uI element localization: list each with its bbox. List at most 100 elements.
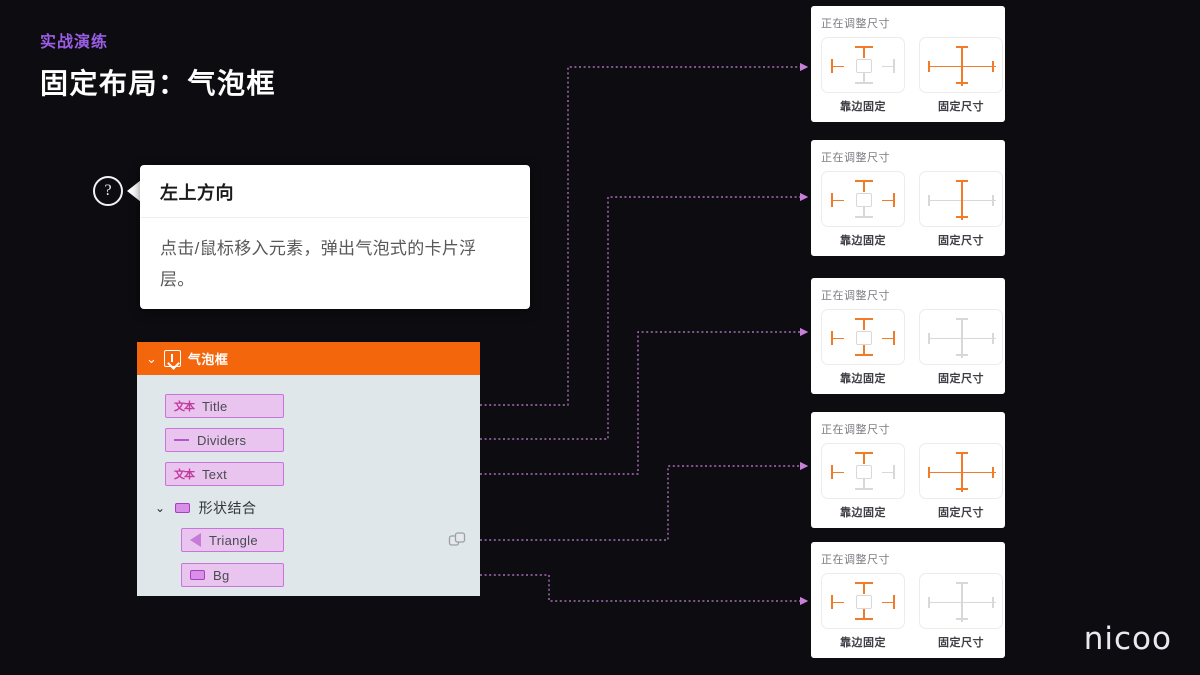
shape-combine-icon bbox=[174, 503, 190, 513]
size-horizontal-cap-left bbox=[928, 195, 930, 206]
layer-row-label: Title bbox=[202, 398, 228, 414]
card-title: 正在调整尺寸 bbox=[821, 290, 890, 302]
pin-top-cap bbox=[855, 452, 873, 454]
chevron-down-icon[interactable]: ⌄ bbox=[146, 352, 157, 365]
pin-tile-label: 靠边固定 bbox=[840, 101, 886, 113]
pin-tile[interactable]: 靠边固定 bbox=[821, 443, 905, 520]
pin-right-cap bbox=[893, 59, 895, 73]
layer-row-triangle[interactable]: Triangle bbox=[181, 528, 284, 552]
pin-left-cap bbox=[831, 465, 833, 479]
pin-tile[interactable]: 靠边固定 bbox=[821, 573, 905, 650]
pin-right-cap bbox=[893, 595, 895, 609]
size-tile[interactable]: 固定尺寸 bbox=[919, 171, 1003, 248]
boolean-union-icon[interactable] bbox=[447, 530, 467, 550]
pin-left-icon[interactable] bbox=[831, 601, 844, 604]
pin-bottom-cap bbox=[855, 82, 873, 84]
size-vertical-icon[interactable] bbox=[961, 318, 963, 358]
pin-tile-label: 靠边固定 bbox=[840, 235, 886, 247]
watermark: nicoo bbox=[1083, 621, 1172, 657]
size-tile[interactable]: 固定尺寸 bbox=[919, 573, 1003, 650]
pin-diagram[interactable] bbox=[821, 37, 905, 93]
divider-icon bbox=[174, 439, 189, 441]
size-tile-label: 固定尺寸 bbox=[938, 373, 984, 385]
size-diagram[interactable] bbox=[919, 37, 1003, 93]
pin-left-cap bbox=[831, 193, 833, 207]
pin-left-icon[interactable] bbox=[831, 471, 844, 474]
layer-row-label: Triangle bbox=[209, 532, 258, 548]
size-vertical-cap-top bbox=[956, 318, 968, 320]
size-vertical-cap-bottom bbox=[956, 488, 968, 490]
size-vertical-cap-bottom bbox=[956, 216, 968, 218]
pin-top-icon[interactable] bbox=[863, 318, 865, 330]
size-horizontal-cap-right bbox=[992, 467, 994, 478]
pin-center-box bbox=[856, 193, 872, 207]
card-title: 正在调整尺寸 bbox=[821, 152, 890, 164]
pin-left-icon[interactable] bbox=[831, 65, 844, 68]
size-vertical-cap-top bbox=[956, 180, 968, 182]
pin-right-cap bbox=[893, 465, 895, 479]
size-diagram[interactable] bbox=[919, 573, 1003, 629]
layer-group-shape-combine[interactable]: ⌄ 形状结合 bbox=[155, 498, 257, 518]
pin-tile[interactable]: 靠边固定 bbox=[821, 171, 905, 248]
layer-row-dividers[interactable]: Dividers bbox=[165, 428, 284, 452]
size-diagram[interactable] bbox=[919, 309, 1003, 365]
pin-left-cap bbox=[831, 59, 833, 73]
slide-canvas: 实战演练 固定布局：气泡框 ? 左上方向 点击/鼠标移入元素，弹出气泡式的卡片浮… bbox=[0, 0, 1200, 675]
pin-tile-label: 靠边固定 bbox=[840, 507, 886, 519]
pin-center-box bbox=[856, 59, 872, 73]
pin-top-icon[interactable] bbox=[863, 452, 865, 464]
pin-top-icon[interactable] bbox=[863, 180, 865, 192]
pin-left-icon[interactable] bbox=[831, 199, 844, 202]
size-diagram[interactable] bbox=[919, 171, 1003, 227]
size-tile-label: 固定尺寸 bbox=[938, 507, 984, 519]
layer-row-label: Bg bbox=[213, 567, 230, 583]
pin-top-cap bbox=[855, 318, 873, 320]
pin-diagram[interactable] bbox=[821, 573, 905, 629]
question-mark-icon[interactable]: ? bbox=[93, 176, 123, 206]
size-tile[interactable]: 固定尺寸 bbox=[919, 443, 1003, 520]
pin-top-icon[interactable] bbox=[863, 46, 865, 58]
pin-tile[interactable]: 靠边固定 bbox=[821, 37, 905, 114]
size-diagram[interactable] bbox=[919, 443, 1003, 499]
pin-top-icon[interactable] bbox=[863, 582, 865, 594]
layer-row-label: Text bbox=[202, 466, 228, 482]
resize-card-3: 正在调整尺寸靠边固定 固定尺寸 bbox=[811, 278, 1005, 394]
pin-bottom-cap bbox=[855, 216, 873, 218]
pin-top-cap bbox=[855, 46, 873, 48]
size-tile[interactable]: 固定尺寸 bbox=[919, 309, 1003, 386]
card-title: 正在调整尺寸 bbox=[821, 424, 890, 436]
chevron-down-icon[interactable]: ⌄ bbox=[155, 501, 166, 515]
pin-diagram[interactable] bbox=[821, 171, 905, 227]
pin-bottom-cap bbox=[855, 488, 873, 490]
size-tile-label: 固定尺寸 bbox=[938, 235, 984, 247]
pin-center-box bbox=[856, 595, 872, 609]
resize-card-4: 正在调整尺寸靠边固定 固定尺寸 bbox=[811, 412, 1005, 528]
layers-panel-header[interactable]: ⌄ 气泡框 bbox=[137, 342, 480, 375]
size-vertical-icon[interactable] bbox=[961, 582, 963, 622]
text-icon: 文本 bbox=[174, 401, 195, 413]
size-vertical-cap-bottom bbox=[956, 354, 968, 356]
size-tile[interactable]: 固定尺寸 bbox=[919, 37, 1003, 114]
pin-left-icon[interactable] bbox=[831, 337, 844, 340]
size-horizontal-cap-left bbox=[928, 467, 930, 478]
size-vertical-icon[interactable] bbox=[961, 180, 963, 220]
rectangle-icon bbox=[190, 570, 205, 580]
component-symbol-icon bbox=[163, 350, 181, 367]
text-icon: 文本 bbox=[174, 469, 195, 481]
layer-row-title[interactable]: 文本 Title bbox=[165, 394, 284, 418]
size-vertical-icon[interactable] bbox=[961, 452, 963, 492]
pin-diagram[interactable] bbox=[821, 443, 905, 499]
pin-tile-label: 靠边固定 bbox=[840, 637, 886, 649]
size-vertical-icon[interactable] bbox=[961, 46, 963, 86]
layer-row-text[interactable]: 文本 Text bbox=[165, 462, 284, 486]
size-horizontal-cap-left bbox=[928, 597, 930, 608]
pin-bottom-cap bbox=[855, 354, 873, 356]
pin-center-box bbox=[856, 465, 872, 479]
size-horizontal-cap-right bbox=[992, 333, 994, 344]
pin-diagram[interactable] bbox=[821, 309, 905, 365]
tooltip-arrow-icon bbox=[127, 180, 141, 202]
size-tile-label: 固定尺寸 bbox=[938, 101, 984, 113]
layer-row-bg[interactable]: Bg bbox=[181, 563, 284, 587]
pin-tile[interactable]: 靠边固定 bbox=[821, 309, 905, 386]
resize-card-2: 正在调整尺寸靠边固定 固定尺寸 bbox=[811, 140, 1005, 256]
